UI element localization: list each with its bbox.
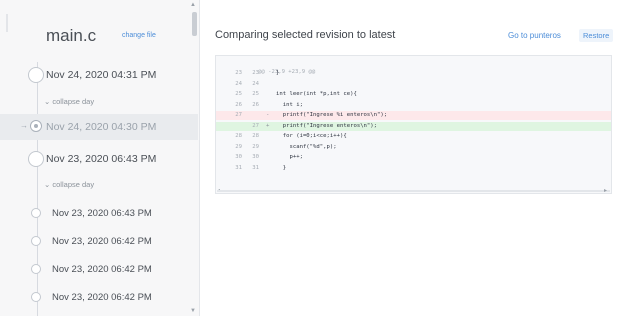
old-line-number: 23 — [235, 70, 242, 76]
chevron-down-icon: ⌄ — [44, 180, 51, 189]
radio-selected-icon — [30, 120, 42, 132]
revision-date-label: Nov 23, 2020 06:43 PM — [46, 153, 157, 165]
collapse-day-toggle[interactable]: ⌄ collapse day — [44, 97, 94, 106]
revision-history-panel: main.c change file Nov 24, 2020 04:31 PM… — [0, 0, 200, 316]
code-text: int i; — [276, 101, 303, 108]
circle-node-icon — [28, 151, 44, 167]
code-text: for (i=0;i<ce;i++){ — [276, 133, 347, 139]
old-line-number: 31 — [235, 164, 242, 171]
triangle-right-icon[interactable]: ▸ — [604, 187, 607, 194]
chevron-down-icon: ⌄ — [44, 97, 51, 106]
circle-node-icon — [31, 292, 41, 302]
revision-item[interactable]: Nov 23, 2020 06:42 PM — [0, 256, 198, 282]
code-text: p++; — [276, 154, 303, 160]
circle-node-icon — [31, 264, 41, 274]
revision-date-label: Nov 23, 2020 06:43 PM — [52, 208, 152, 219]
new-line-number: 27 — [252, 122, 259, 129]
collapse-day-label: collapse day — [52, 97, 95, 106]
diff-line-removed: 27 - printf("Ingrese %i enteros\n"); — [216, 111, 611, 120]
new-line-number: 23 — [252, 70, 259, 76]
revision-date-label: Nov 24, 2020 04:30 PM — [46, 121, 157, 133]
diff-viewer: @@ -23,9 +23,9 @@ 23 23} 24 24 25 25 int leer(… — [215, 55, 612, 194]
old-line-number: 28 — [235, 133, 242, 139]
code-text: printf("Ingrese enteros\n"); — [276, 122, 378, 129]
circle-node-icon — [31, 236, 41, 246]
history-scrollbar-thumb[interactable] — [192, 12, 197, 36]
diff-line-added: 27 + printf("Ingrese enteros\n"); — [216, 121, 611, 131]
new-line-number: 25 — [252, 91, 259, 97]
diff-line-context: 29 29 scanf("%d",p); — [216, 143, 611, 152]
panel-edge-divider — [6, 14, 8, 32]
triangle-up-icon[interactable]: ▲ — [190, 2, 196, 8]
old-line-number: 25 — [235, 91, 242, 97]
revision-item[interactable]: Nov 23, 2020 06:42 PM — [0, 284, 198, 310]
code-text: } — [276, 164, 287, 171]
go-to-branch-link[interactable]: Go to punteros — [508, 31, 561, 40]
circle-node-icon — [31, 208, 41, 218]
revision-item[interactable]: Nov 24, 2020 04:31 PM — [0, 62, 198, 88]
code-text: int leer(int *p,int ce){ — [276, 91, 357, 97]
old-line-number: 26 — [235, 101, 242, 108]
revision-item[interactable]: Nov 23, 2020 06:43 PM — [0, 200, 198, 226]
old-line-number: 27 — [235, 112, 242, 118]
new-line-number: 31 — [252, 164, 259, 171]
diff-line-context: 25 25 int leer(int *p,int ce){ — [216, 90, 611, 99]
revision-date-label: Nov 24, 2020 04:31 PM — [46, 69, 157, 81]
revision-date-label: Nov 23, 2020 06:42 PM — [52, 264, 152, 275]
revision-date-label: Nov 23, 2020 06:42 PM — [52, 236, 152, 247]
collapse-day-toggle[interactable]: ⌄ collapse day — [44, 180, 94, 189]
new-line-number: 29 — [252, 143, 259, 150]
file-name-title: main.c — [46, 26, 97, 45]
old-line-number: 29 — [235, 143, 242, 150]
diff-hunk-header: @@ -23,9 +23,9 @@ — [216, 59, 611, 75]
diff-line-context: 26 26 int i; — [216, 101, 611, 110]
circle-node-icon — [28, 67, 44, 83]
code-text: printf("Ingrese %i enteros\n"); — [276, 112, 388, 118]
revision-item[interactable]: Nov 23, 2020 06:42 PM — [0, 228, 198, 254]
new-line-number: 26 — [252, 101, 259, 108]
revision-item[interactable]: Nov 23, 2020 06:43 PM — [0, 146, 198, 172]
minus-icon: - — [266, 112, 270, 118]
plus-icon: + — [266, 122, 270, 129]
old-line-number: 24 — [235, 80, 242, 87]
compare-heading: Comparing selected revision to latest — [215, 29, 396, 41]
code-text: } — [276, 70, 280, 76]
restore-button[interactable]: Restore — [579, 29, 614, 42]
new-line-number: 30 — [252, 154, 259, 160]
old-line-number: 30 — [235, 154, 242, 160]
change-file-link[interactable]: change file — [122, 32, 156, 39]
diff-line-context: 24 24 — [216, 80, 611, 89]
diff-line-context: 23 23} — [216, 69, 611, 78]
collapse-day-label: collapse day — [52, 180, 95, 189]
revision-item-selected[interactable]: → Nov 24, 2020 04:30 PM — [0, 114, 198, 140]
diff-horizontal-scrollbar[interactable] — [217, 190, 610, 192]
diff-line-context: 31 31 } — [216, 164, 611, 173]
code-text: scanf("%d",p); — [276, 143, 337, 150]
arrow-right-icon: → — [20, 121, 28, 130]
diff-line-context: 28 28 for (i=0;i<ce;i++){ — [216, 132, 611, 141]
diff-line-context: 30 30 p++; — [216, 153, 611, 162]
new-line-number: 28 — [252, 133, 259, 139]
revision-date-label: Nov 23, 2020 06:42 PM — [52, 292, 152, 303]
triangle-down-icon[interactable]: ▼ — [190, 308, 196, 314]
new-line-number: 24 — [252, 80, 259, 87]
